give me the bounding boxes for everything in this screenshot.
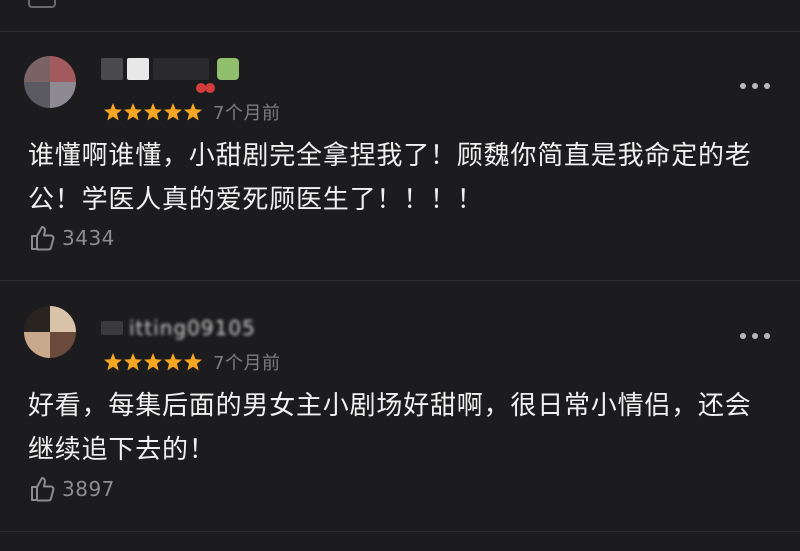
comment-text: 好看，每集后面的男女主小剧场好甜啊，很日常小情侣，还会继续追下去的！ [28,391,752,465]
thumbs-up-icon [31,477,55,502]
like-button[interactable]: 3897 [28,474,115,504]
star-icon [164,103,182,121]
rating-row: 7个月前 [103,99,280,125]
more-dot-icon [752,333,758,339]
star-icon [144,353,162,371]
more-dot-icon [764,83,770,89]
star-icon [184,353,202,371]
star-icon [104,353,122,371]
thumbs-up-icon [31,226,55,251]
more-options-button[interactable] [740,81,770,91]
star-icon [184,103,202,121]
star-rating [103,352,203,372]
more-dot-icon [740,333,746,339]
username[interactable] [101,57,239,81]
thumbs-up-icon[interactable] [28,0,56,8]
avatar[interactable] [24,306,76,358]
star-icon [124,353,142,371]
like-count: 3434 [62,226,115,250]
divider [0,31,800,32]
like-button[interactable]: 3434 [28,223,115,253]
username[interactable]: itting09105 [101,316,256,340]
comment-text: 谁懂啊谁懂，小甜剧完全拿捏我了！顾魏你简直是我命定的老公！学医人真的爱死顾医生了… [28,141,752,215]
star-icon [104,103,122,121]
star-icon [124,103,142,121]
user-badge-icon [217,58,239,80]
divider [0,280,800,281]
star-icon [144,103,162,121]
more-options-button[interactable] [740,331,770,341]
like-count: 3897 [62,477,115,501]
comments-page: 7个月前 谁懂啊谁懂，小甜剧完全拿捏我了！顾魏你简直是我命定的老公！学医人真的爱… [0,0,800,551]
divider [0,531,800,532]
comment-time: 7个月前 [213,353,281,374]
more-dot-icon [740,83,746,89]
username-text: itting09105 [129,316,256,340]
comment-time: 7个月前 [213,103,281,124]
more-dot-icon [764,333,770,339]
avatar[interactable] [24,56,76,108]
star-rating [103,102,203,122]
cherry-icon [196,83,215,93]
more-dot-icon [752,83,758,89]
rating-row: 7个月前 [103,349,280,375]
star-icon [164,353,182,371]
